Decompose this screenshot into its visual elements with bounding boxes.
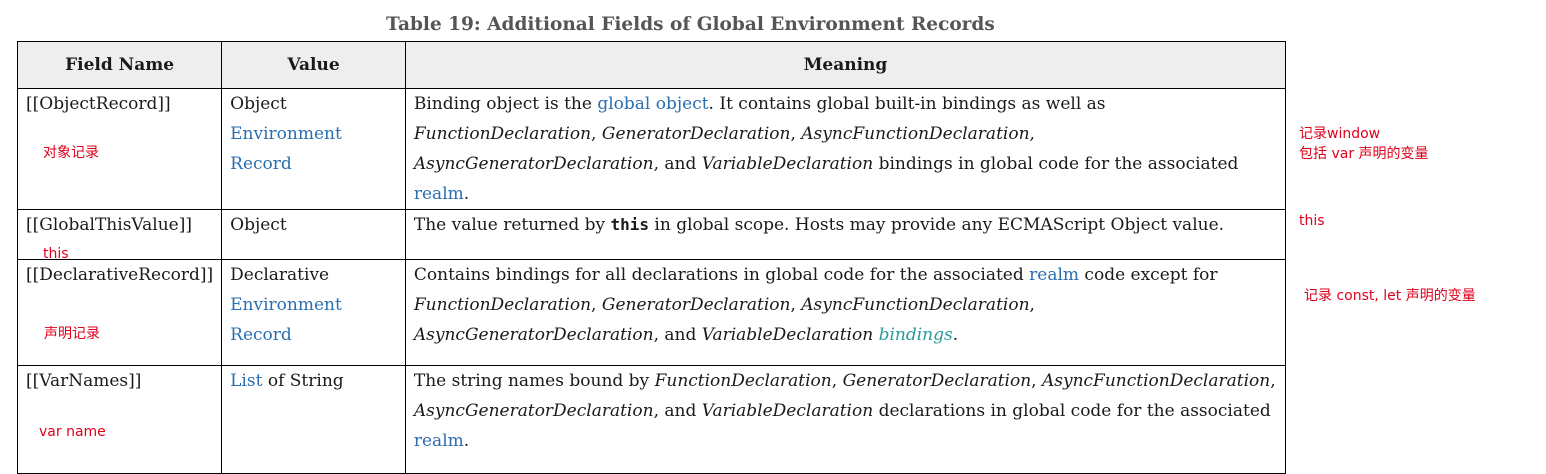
separator: , (790, 124, 802, 144)
side-note-object-record: 记录window 包括 var 声明的变量 (1299, 124, 1429, 164)
grammar-term: FunctionDeclaration (654, 371, 832, 391)
meaning-cell: The string names bound by FunctionDeclar… (404, 365, 1287, 474)
meaning-text: declarations in global code for the asso… (873, 401, 1271, 421)
side-note-declarative-record: 记录 const, let 声明的变量 (1304, 286, 1476, 306)
table-row: [[VarNames]] var name List of String The… (16, 365, 1287, 474)
value-cell: Object Environment Record (221, 88, 406, 210)
global-object-link[interactable]: global object (597, 94, 708, 114)
field-cell: [[GlobalThisValue]] this (16, 209, 223, 262)
global-env-record-fields-table: Field Name Value Meaning [[ObjectRecord]… (16, 41, 1287, 474)
separator: , (1029, 295, 1035, 315)
realm-link[interactable]: realm (414, 431, 464, 451)
grammar-term: AsyncFunctionDeclaration (801, 124, 1030, 144)
meaning-text: Contains bindings for all declarations i… (413, 265, 1030, 285)
field-cell: [[VarNames]] var name (16, 365, 223, 474)
field-name: [[GlobalThisValue]] (26, 215, 192, 235)
meaning-text: The string names bound by (413, 371, 655, 391)
realm-link[interactable]: realm (1029, 265, 1079, 285)
header-meaning: Meaning (404, 41, 1287, 89)
side-note-global-this: this (1299, 211, 1325, 231)
meaning-text: code except for (1079, 265, 1218, 285)
grammar-term: FunctionDeclaration (413, 295, 592, 315)
value-cell: List of String (221, 365, 406, 474)
separator: , (1031, 371, 1042, 391)
handwritten-annotation: 声明记录 (44, 326, 100, 342)
environment-record-link[interactable]: Environment Record (230, 124, 342, 174)
this-keyword: this (610, 215, 650, 234)
value-cell: Declarative Environment Record (221, 259, 406, 366)
header-value: Value (221, 41, 406, 89)
meaning-text: . (463, 184, 470, 204)
meaning-text: . (463, 431, 470, 451)
value-text: of String (262, 371, 344, 391)
grammar-term: AsyncFunctionDeclaration (801, 295, 1030, 315)
handwritten-annotation: 对象记录 (43, 145, 99, 161)
value-text: Object (230, 94, 287, 114)
grammar-term: AsyncGeneratorDeclaration (413, 154, 654, 174)
separator: , (1029, 124, 1035, 144)
side-note-line: 记录window (1299, 126, 1381, 142)
meaning-cell: Binding object is the global object. It … (404, 88, 1287, 210)
separator: , (591, 295, 602, 315)
grammar-term: AsyncGeneratorDeclaration (413, 325, 654, 345)
list-link[interactable]: List (230, 371, 262, 391)
header-field-name: Field Name (16, 41, 223, 89)
meaning-text: in global scope. Hosts may provide any E… (649, 215, 1225, 235)
separator: , and (653, 401, 702, 421)
field-name: [[ObjectRecord]] (26, 94, 171, 114)
separator: , (591, 124, 602, 144)
field-name: [[DeclarativeRecord]] (26, 265, 214, 285)
meaning-cell: Contains bindings for all declarations i… (404, 259, 1287, 366)
bindings-link[interactable]: bindings (879, 325, 953, 345)
grammar-term: GeneratorDeclaration (842, 371, 1032, 391)
meaning-cell: The value returned by this in global sco… (404, 209, 1287, 260)
table-row: [[ObjectRecord]] 对象记录 Object Environment… (16, 88, 1287, 210)
separator: , (831, 371, 843, 391)
grammar-term: FunctionDeclaration (413, 124, 592, 144)
separator: , (1270, 371, 1276, 391)
environment-record-link[interactable]: Environment Record (230, 295, 342, 345)
grammar-term: VariableDeclaration (701, 325, 874, 345)
meaning-text: . (952, 325, 959, 345)
table-row: [[GlobalThisValue]] this Object The valu… (16, 209, 1287, 262)
grammar-term: GeneratorDeclaration (601, 295, 791, 315)
meaning-text: bindings in global code for the associat… (873, 154, 1239, 174)
value-cell: Object (221, 209, 406, 260)
grammar-term: GeneratorDeclaration (601, 124, 791, 144)
table-caption: Table 19: Additional Fields of Global En… (386, 14, 995, 35)
meaning-text: . It contains global built-in bindings a… (708, 94, 1106, 114)
table-row: [[DeclarativeRecord]] 声明记录 Declarative E… (16, 259, 1287, 366)
field-cell: [[ObjectRecord]] 对象记录 (16, 88, 223, 210)
value-text: Object (230, 215, 287, 235)
separator: , and (653, 154, 702, 174)
side-note-line: 包括 var 声明的变量 (1299, 146, 1429, 162)
grammar-term: AsyncGeneratorDeclaration (413, 401, 654, 421)
side-note-line: 记录 const, let 声明的变量 (1304, 288, 1476, 304)
separator: , (790, 295, 802, 315)
value-text: Declarative (230, 265, 330, 285)
table-header-row: Field Name Value Meaning (16, 41, 1287, 89)
field-name: [[VarNames]] (26, 371, 142, 391)
side-note-line: this (1299, 213, 1325, 229)
realm-link[interactable]: realm (414, 184, 464, 204)
field-cell: [[DeclarativeRecord]] 声明记录 (16, 259, 223, 366)
grammar-term: VariableDeclaration (701, 401, 874, 421)
handwritten-annotation: var name (39, 424, 106, 440)
separator: , and (653, 325, 702, 345)
grammar-term: AsyncFunctionDeclaration (1041, 371, 1271, 391)
meaning-text: The value returned by (413, 215, 611, 235)
grammar-term: VariableDeclaration (701, 154, 874, 174)
meaning-text: Binding object is the (413, 94, 598, 114)
